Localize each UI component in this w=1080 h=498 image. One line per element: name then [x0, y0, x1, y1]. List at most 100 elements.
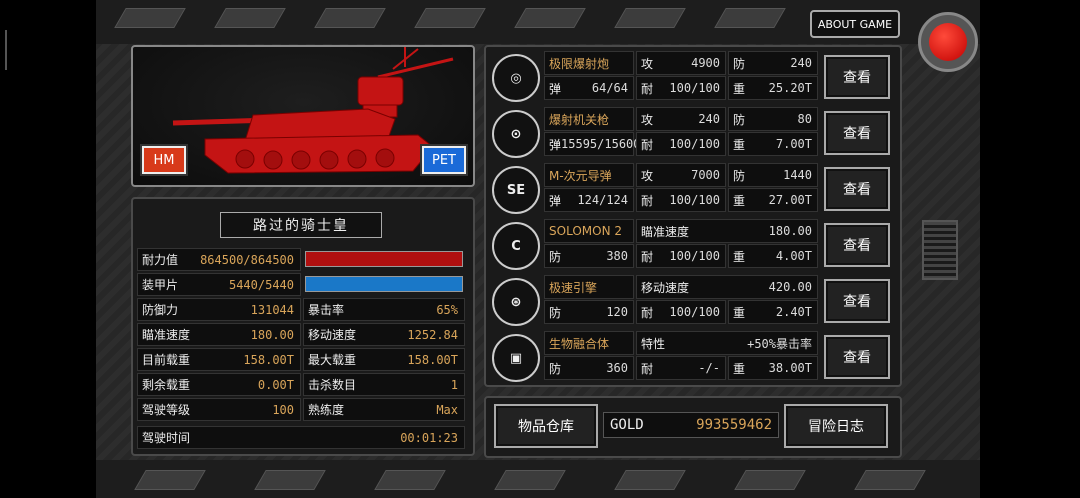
- equipment-stat: 重 4.00T: [728, 244, 818, 268]
- hp-label: 耐力值: [142, 253, 179, 267]
- equipment-stat: 瞄准速度 180.00: [636, 219, 818, 243]
- machinegun-icon: ⊙: [492, 110, 540, 158]
- cannon-icon: ◎: [492, 54, 540, 102]
- equipment-stat-label: 重: [733, 193, 746, 208]
- stat-label: 最大载重: [308, 353, 357, 367]
- equipment-name-label: 爆射机关枪: [549, 112, 610, 127]
- stat-row: 最大载重 158.00T: [303, 348, 465, 371]
- bezel-tooth: [414, 8, 486, 28]
- equipment-stat-value: 420.00: [768, 280, 812, 294]
- equipment-stat-label: 防: [733, 56, 746, 71]
- hp-value: 864500/864500: [200, 252, 294, 267]
- equipment-name: 爆射机关枪: [544, 107, 634, 131]
- equipment-stat: 耐 100/100: [636, 132, 726, 156]
- bezel-tooth: [134, 470, 206, 490]
- armor-bar: [305, 276, 463, 292]
- about-game-button[interactable]: ABOUT GAME: [810, 10, 900, 38]
- equipment-stat-value: 100/100: [669, 193, 720, 207]
- bezel-tooth: [734, 470, 806, 490]
- edge-mark: [5, 30, 7, 70]
- equipment-stat: 攻 240: [636, 107, 726, 131]
- bezel-tooth: [614, 470, 686, 490]
- stat-row: 击杀数目 1: [303, 373, 465, 396]
- equipment-stat: 防 80: [728, 107, 818, 131]
- equipment-stat: 耐 100/100: [636, 300, 726, 324]
- pilot-name: 路过的骑士皇: [220, 212, 382, 238]
- equipment-name: M-次元导弹: [544, 163, 634, 187]
- view-button[interactable]: 查看: [824, 55, 890, 99]
- se-missile-icon: SE: [492, 166, 540, 214]
- equipment-stat-label: 防: [733, 112, 746, 127]
- stat-row: 防御力 131044: [137, 298, 301, 321]
- bezel-tooth: [514, 8, 586, 28]
- gold-label: GOLD: [610, 417, 644, 433]
- adventure-log-button[interactable]: 冒险日志: [784, 404, 888, 448]
- view-button[interactable]: 查看: [824, 279, 890, 323]
- equipment-stat-label: 攻: [641, 112, 654, 127]
- equipment-name-label: 生物融合体: [549, 336, 610, 351]
- equipment-stat-value: 100/100: [669, 305, 720, 319]
- equipment-stat-value: 100/100: [669, 137, 720, 151]
- equipment-stat: 耐 -/-: [636, 356, 726, 380]
- bezel-tooth: [714, 8, 786, 28]
- equipment-stat-value: 27.00T: [768, 193, 812, 207]
- stat-row: 剩余载重 0.00T: [137, 373, 301, 396]
- equipment-stat-label: 移动速度: [641, 280, 690, 295]
- hp-bar: [305, 251, 463, 267]
- view-button[interactable]: 查看: [824, 335, 890, 379]
- equipment-stat-label: 耐: [641, 81, 654, 96]
- stat-value: 0.00T: [257, 377, 294, 392]
- equipment-stat: 防 120: [544, 300, 634, 324]
- bezel-tooth: [254, 470, 326, 490]
- stat-label: 目前载重: [142, 353, 191, 367]
- equipment-name: 极限爆射炮: [544, 51, 634, 75]
- engine-icon: ⊛: [492, 278, 540, 326]
- equipment-stat-value: 180.00: [768, 224, 812, 238]
- armor-label: 装甲片: [142, 278, 179, 292]
- armor-value: 5440/5440: [228, 277, 294, 292]
- storage-button[interactable]: 物品仓库: [494, 404, 598, 448]
- drive-time-label: 驾驶时间: [142, 431, 191, 445]
- stat-row: 目前载重 158.00T: [137, 348, 301, 371]
- equipment-stat-value: 25.20T: [768, 81, 812, 95]
- stat-row: 熟练度 Max: [303, 398, 465, 421]
- equipment-stat-value: 1440: [783, 168, 812, 182]
- stat-label: 防御力: [142, 303, 179, 317]
- equipment-name: 生物融合体: [544, 331, 634, 355]
- armor-row: 装甲片 5440/5440: [137, 273, 301, 296]
- stat-value: 131044: [250, 302, 294, 317]
- stat-label: 驾驶等级: [142, 403, 191, 417]
- equipment-name-label: 极限爆射炮: [549, 56, 610, 71]
- stat-row: 驾驶等级 100: [137, 398, 301, 421]
- equipment-stat-value: 120: [606, 305, 628, 319]
- equipment-stat-label: 特性: [641, 336, 666, 351]
- equipment-stat: 重 7.00T: [728, 132, 818, 156]
- stat-value: Max: [436, 402, 458, 417]
- equipment-stat-value: +50%暴击率: [747, 336, 812, 351]
- drive-time-value: 00:01:23: [400, 430, 458, 445]
- view-button[interactable]: 查看: [824, 223, 890, 267]
- view-button[interactable]: 查看: [824, 167, 890, 211]
- equipment-stat-value: 80: [797, 112, 812, 126]
- stat-row: 移动速度 1252.84: [303, 323, 465, 346]
- gold-display: GOLD 993559462: [603, 412, 779, 438]
- stat-value: 180.00: [250, 327, 294, 342]
- equipment-stat-label: 耐: [641, 361, 654, 376]
- equipment-stat-label: 弹: [549, 137, 562, 152]
- pet-button[interactable]: PET: [422, 146, 466, 174]
- bezel-tooth: [374, 470, 446, 490]
- hm-button[interactable]: HM: [142, 146, 186, 174]
- stat-value: 1: [450, 377, 458, 392]
- equipment-stat-label: 重: [733, 81, 746, 96]
- equipment-stat: 攻 4900: [636, 51, 726, 75]
- equipment-stat-label: 耐: [641, 305, 654, 320]
- stat-row: 瞄准速度 180.00: [137, 323, 301, 346]
- equipment-stat-value: 100/100: [669, 81, 720, 95]
- equipment-stat: 耐 100/100: [636, 244, 726, 268]
- equipment-stat: 防 1440: [728, 163, 818, 187]
- view-button[interactable]: 查看: [824, 111, 890, 155]
- red-button-cap: [929, 23, 967, 61]
- drive-time-row: 驾驶时间 00:01:23: [137, 426, 465, 449]
- red-menu-button[interactable]: [918, 12, 978, 72]
- equipment-stat: 重 25.20T: [728, 76, 818, 100]
